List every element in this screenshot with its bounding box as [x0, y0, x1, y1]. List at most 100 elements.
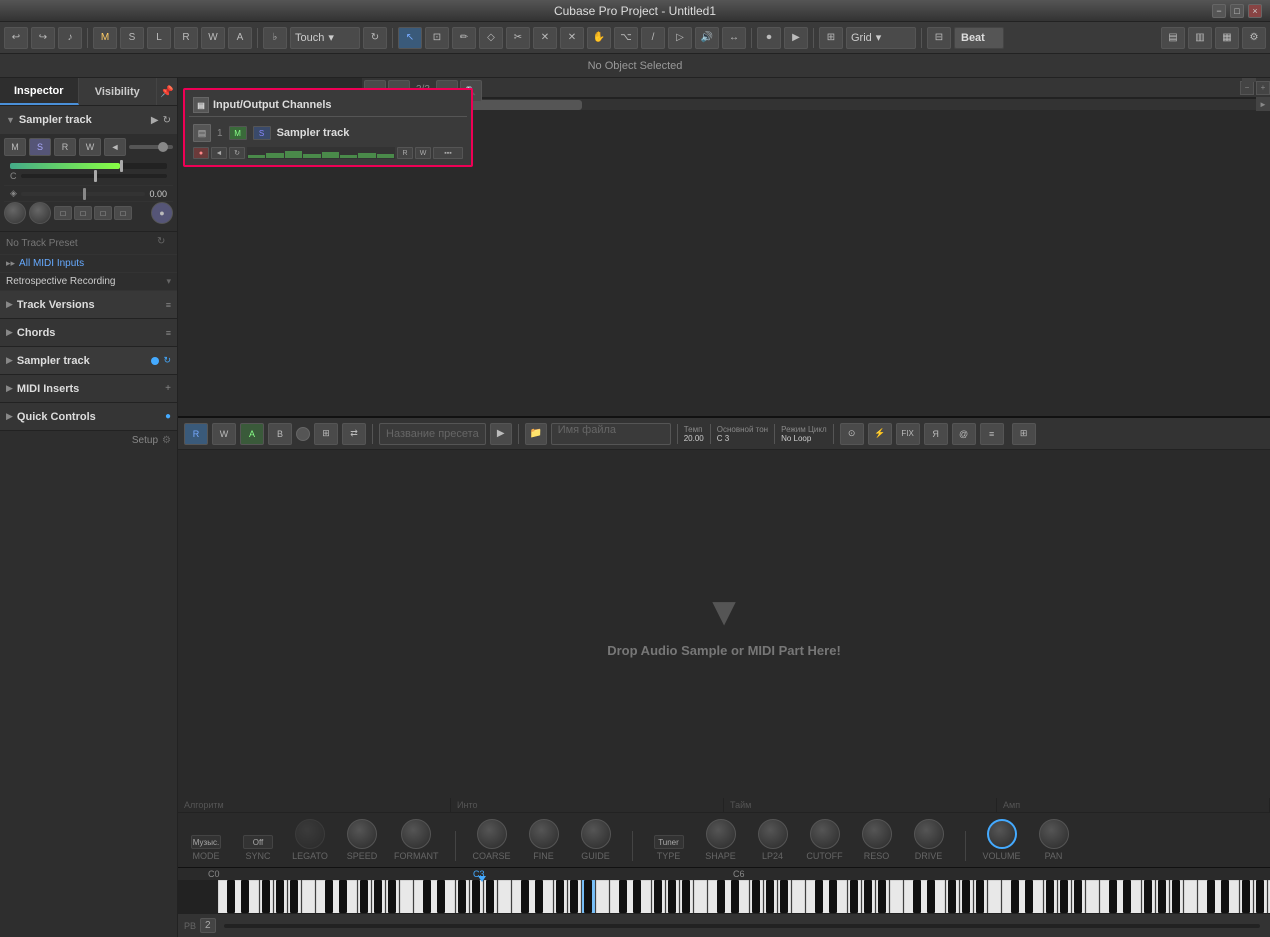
samp-icon-5[interactable]: ≡ [980, 423, 1004, 445]
samp-loop-btn[interactable]: ⇄ [342, 423, 366, 445]
ruler-zoom-in[interactable]: + [1256, 81, 1270, 95]
zoom-tool[interactable]: ✕ [560, 27, 584, 49]
layout-btn-3[interactable]: ▦ [1215, 27, 1239, 49]
cutoff-knob[interactable] [810, 819, 840, 849]
st-extra-btn-2[interactable]: □ [74, 206, 92, 220]
preset-arrow-btn[interactable]: ▶ [490, 423, 512, 445]
retrospective-row[interactable]: Retrospective Recording ▾ [0, 273, 177, 291]
scroll-right-btn[interactable]: ► [1256, 97, 1270, 111]
st-extra-btn-1[interactable]: □ [54, 206, 72, 220]
sampler-track-2-row[interactable]: ▶ Sampler track ↻ [0, 347, 177, 375]
legato-knob[interactable] [295, 819, 325, 849]
glue-tool[interactable]: ✕ [533, 27, 557, 49]
play-tool[interactable]: ▷ [668, 27, 692, 49]
setup-label[interactable]: Setup [132, 435, 158, 446]
speed-knob[interactable] [347, 819, 377, 849]
pb-value[interactable]: 2 [200, 918, 216, 933]
maximize-button[interactable]: □ [1230, 4, 1244, 18]
drop-zone[interactable]: ▼ Drop Audio Sample or MIDI Part Here! [178, 450, 1270, 798]
record-btn[interactable]: ⏺ [757, 27, 781, 49]
channel-visibility-icon[interactable]: ▤ [193, 124, 211, 142]
st-read-button[interactable]: ◄ [104, 138, 126, 156]
st-knob-1[interactable] [4, 202, 26, 224]
m-button[interactable]: M [93, 27, 117, 49]
st-knob-2[interactable] [29, 202, 51, 224]
preset-name-field[interactable]: Название пресета [379, 423, 486, 445]
select-tool[interactable]: ↖ [398, 27, 422, 49]
st-m-button[interactable]: M [4, 138, 26, 156]
settings-btn[interactable]: ⚙ [1242, 27, 1266, 49]
midi-input-row[interactable]: ▸▸ All MIDI Inputs [0, 255, 177, 273]
reso-knob[interactable] [862, 819, 892, 849]
fine-knob[interactable] [529, 819, 559, 849]
layout-btn-1[interactable]: ▤ [1161, 27, 1185, 49]
channel-s-btn[interactable]: S [253, 126, 271, 140]
ch-extra-btn[interactable]: ▪▪▪ [433, 147, 463, 159]
glide-knob[interactable] [581, 819, 611, 849]
range-tool[interactable]: ⊡ [425, 27, 449, 49]
pan-bar[interactable] [21, 174, 168, 178]
samp-b-btn[interactable]: B [268, 423, 292, 445]
samp-icon-1[interactable]: ⊙ [840, 423, 864, 445]
undo-button[interactable]: ↩ [4, 27, 28, 49]
track-versions-row[interactable]: ▶ Track Versions ≡ [0, 291, 177, 319]
l-button[interactable]: L [147, 27, 171, 49]
midi-inserts-row[interactable]: ▶ MIDI Inserts + [0, 375, 177, 403]
quantize-btn[interactable]: ⊟ [927, 27, 951, 49]
tab-visibility[interactable]: Visibility [79, 78, 158, 105]
st-extra-btn-4[interactable]: □ [114, 206, 132, 220]
sampler-track-header[interactable]: ▼ Sampler track ▶ ↻ [0, 106, 177, 134]
pitch-button[interactable]: ♭ [263, 27, 287, 49]
split-tool[interactable]: ✂ [506, 27, 530, 49]
refresh-button[interactable]: ↻ [157, 236, 171, 250]
samp-dot-btn[interactable] [296, 427, 310, 441]
pan-knob[interactable] [1039, 819, 1069, 849]
samp-icon-3[interactable]: Я [924, 423, 948, 445]
draw-tool[interactable]: ✏ [452, 27, 476, 49]
st-circle-btn[interactable]: ● [151, 202, 173, 224]
comp-tool[interactable]: ↔ [722, 27, 746, 49]
channel-m-btn[interactable]: M [229, 126, 247, 140]
samp-fix-btn[interactable]: FIX [896, 423, 920, 445]
play-btn[interactable]: ▶ [784, 27, 808, 49]
volume-knob[interactable] [987, 819, 1017, 849]
pb-slider[interactable] [224, 924, 1260, 928]
ch-r-btn[interactable]: R [397, 147, 413, 159]
tab-inspector[interactable]: Inspector [0, 78, 79, 105]
snap-type-dropdown[interactable]: Grid ▾ [846, 27, 916, 49]
ch-record-btn[interactable]: ● [193, 147, 209, 159]
samp-icon-4[interactable]: @ [952, 423, 976, 445]
quick-controls-row[interactable]: ▶ Quick Controls ● [0, 403, 177, 431]
st-r-button[interactable]: R [54, 138, 76, 156]
samp-w-btn[interactable]: W [212, 423, 236, 445]
vol-tool[interactable]: 🔊 [695, 27, 719, 49]
loop-button[interactable]: ↻ [363, 27, 387, 49]
h-scrollbar[interactable]: – ► [362, 98, 1270, 110]
w-button[interactable]: W [201, 27, 225, 49]
minimize-button[interactable]: − [1212, 4, 1226, 18]
pitch-slider[interactable] [21, 192, 146, 196]
media-button[interactable]: ♪ [58, 27, 82, 49]
volume-bar[interactable] [10, 163, 167, 169]
st-s-button[interactable]: S [29, 138, 51, 156]
redo-button[interactable]: ↪ [31, 27, 55, 49]
s-button[interactable]: S [120, 27, 144, 49]
automation-dropdown[interactable]: Touch ▾ [290, 27, 360, 49]
samp-a-btn[interactable]: A [240, 423, 264, 445]
snap-settings[interactable]: ⊞ [819, 27, 843, 49]
st-w-button[interactable]: W [79, 138, 101, 156]
chords-row[interactable]: ▶ Chords ≡ [0, 319, 177, 347]
erase-tool[interactable]: ◇ [479, 27, 503, 49]
ch-back-btn[interactable]: ◄ [211, 147, 227, 159]
mute-tool[interactable]: ✋ [587, 27, 611, 49]
a-button[interactable]: A [228, 27, 252, 49]
formant-knob[interactable] [401, 819, 431, 849]
ruler-zoom-out[interactable]: − [1240, 81, 1254, 95]
samp-r-btn[interactable]: R [184, 423, 208, 445]
close-button[interactable]: × [1248, 4, 1262, 18]
samp-icon-2[interactable]: ⚡ [868, 423, 892, 445]
file-name-field[interactable]: Имя файла [551, 423, 671, 445]
ch-loop-btn[interactable]: ↻ [229, 147, 245, 159]
samp-layout-btn[interactable]: ⊞ [314, 423, 338, 445]
drive-knob[interactable] [914, 819, 944, 849]
